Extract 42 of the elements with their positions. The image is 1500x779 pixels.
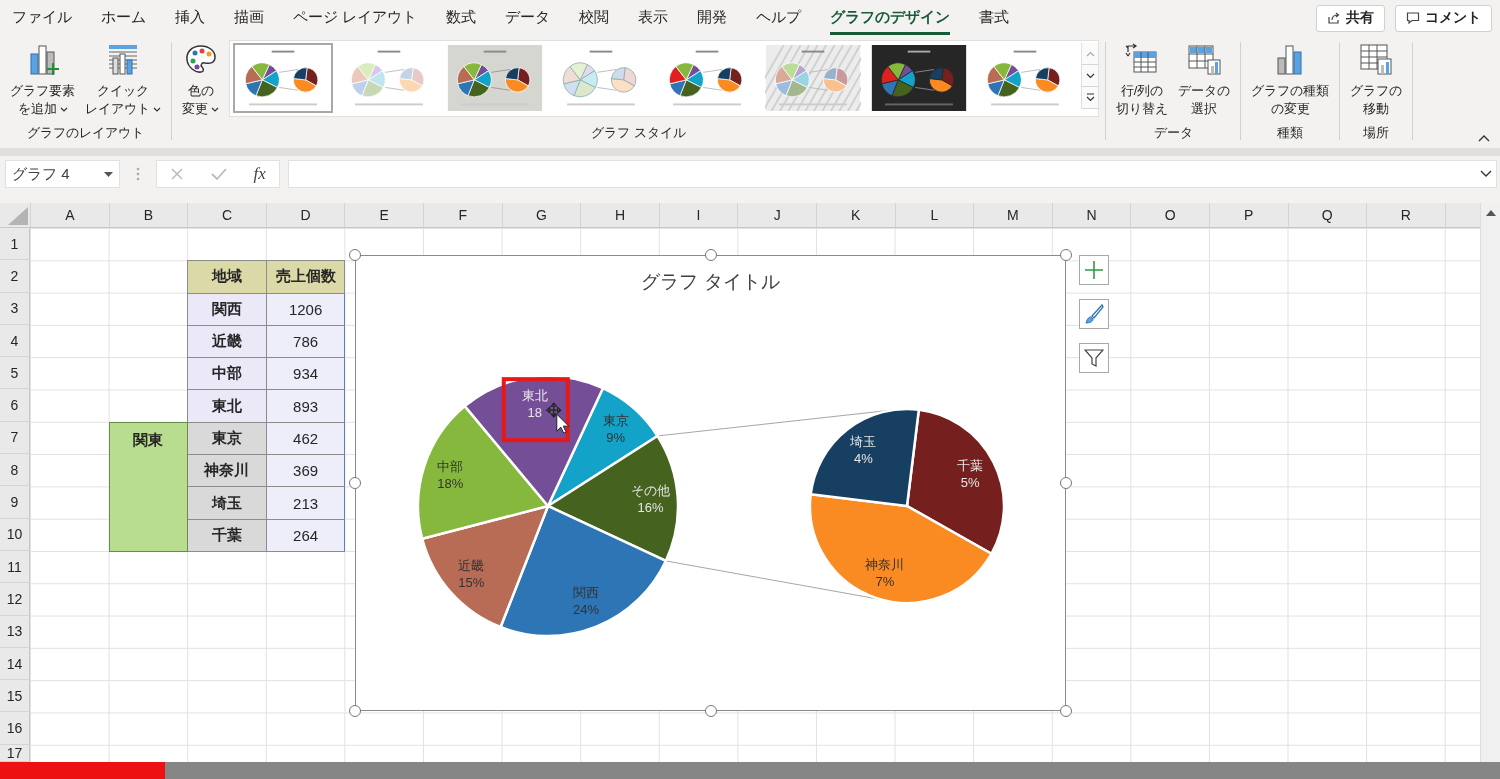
group-label: データ xyxy=(1153,124,1193,142)
data-label: 9% xyxy=(606,429,626,445)
data-label: 5% xyxy=(960,475,981,491)
data-label: 7% xyxy=(875,574,895,590)
table-cell: 東北 xyxy=(187,389,267,423)
table-cell: 369 xyxy=(265,454,346,488)
group-label: グラフのレイアウト xyxy=(27,124,144,142)
table-cell: 1206 xyxy=(265,292,346,326)
data-label: 4% xyxy=(854,451,874,467)
slice-label: 千葉 xyxy=(957,458,984,474)
data-label: 16% xyxy=(637,500,664,516)
data-label: 15% xyxy=(458,575,485,591)
table-cell: 埼玉 xyxy=(187,486,267,520)
table-header-cell: 売上個数 xyxy=(265,260,346,294)
table-cell: 千葉 xyxy=(187,518,267,552)
table-cell: 近畿 xyxy=(187,324,267,359)
table-cell: 関西 xyxy=(187,292,267,326)
table-cell: 213 xyxy=(265,486,346,520)
slice-label: 東京 xyxy=(602,412,629,428)
slice-label: その他 xyxy=(630,483,670,499)
slice-label: 埼玉 xyxy=(849,434,877,450)
data-label: 24% xyxy=(573,602,600,618)
group-label: 種類 xyxy=(1277,124,1303,142)
merged-cell: 関東 xyxy=(108,421,189,552)
table-cell: 中部 xyxy=(187,357,267,391)
group-label: グラフ スタイル xyxy=(591,124,686,142)
slice-label: 神奈川 xyxy=(865,557,905,573)
table-cell: 神奈川 xyxy=(187,454,267,488)
table-cell: 264 xyxy=(265,518,346,552)
data-label: 18% xyxy=(437,475,464,491)
data-label: 18 xyxy=(527,405,543,421)
slice-label: 中部 xyxy=(437,458,464,474)
table-cell: 462 xyxy=(265,421,346,456)
table-cell: 934 xyxy=(265,357,346,391)
slice-label: 東北 xyxy=(521,388,548,404)
table-cell: 893 xyxy=(265,389,346,423)
slice-label: 関西 xyxy=(573,585,600,601)
slice-label: 近畿 xyxy=(458,558,485,574)
table-cell: 東京 xyxy=(187,421,267,456)
table-header-cell: 地域 xyxy=(187,260,267,294)
table-cell: 786 xyxy=(265,324,346,359)
group-label: 場所 xyxy=(1363,124,1389,142)
